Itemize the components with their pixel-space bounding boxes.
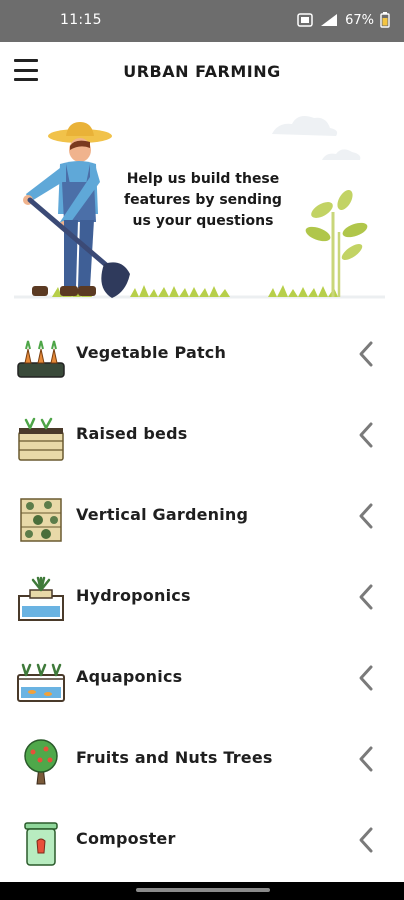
- chevron-left-icon: [359, 746, 373, 772]
- chevron-left-icon: [359, 665, 373, 691]
- hydroponics-icon: [18, 576, 64, 621]
- home-gesture-handle[interactable]: [136, 888, 270, 892]
- vertical-gardening-icon: [20, 498, 62, 542]
- signal-icon: [321, 14, 338, 26]
- list-item-label: Vegetable Patch: [76, 343, 227, 362]
- list-item-vertical-gardening[interactable]: Vertical Gardening: [0, 475, 404, 556]
- battery-percentage: 67%: [345, 12, 374, 28]
- battery-icon: [380, 12, 390, 28]
- list-item-label: Aquaponics: [76, 667, 183, 686]
- status-bar: 11:15 67%: [0, 0, 404, 42]
- app-header: URBAN FARMING: [0, 42, 404, 102]
- fruit-tree-icon: [24, 739, 58, 785]
- list-item-label: Vertical Gardening: [76, 505, 249, 524]
- list-item-label: Raised beds: [76, 424, 188, 443]
- chevron-left-icon: [359, 503, 373, 529]
- list-item-label: Composter: [76, 829, 176, 848]
- hero-banner: Help us build these features by sending …: [0, 102, 404, 302]
- feature-list: Vegetable Patch Raised beds Vertical Gar…: [0, 313, 404, 880]
- composter-icon: [24, 822, 58, 866]
- aquaponics-icon: [17, 663, 65, 702]
- vegetable-patch-icon: [17, 340, 65, 378]
- list-item-composter[interactable]: Composter: [0, 799, 404, 880]
- list-item-aquaponics[interactable]: Aquaponics: [0, 637, 404, 718]
- list-item-label: Fruits and Nuts Trees: [76, 748, 273, 767]
- hero-message: Help us build these features by sending …: [124, 171, 282, 229]
- page-title: URBAN FARMING: [123, 62, 281, 81]
- list-item-hydroponics[interactable]: Hydroponics: [0, 556, 404, 637]
- volte-icon: [297, 13, 313, 27]
- chevron-left-icon: [359, 341, 373, 367]
- list-item-label: Hydroponics: [76, 586, 191, 605]
- system-nav-bar: [0, 882, 404, 900]
- list-item-vegetable-patch[interactable]: Vegetable Patch: [0, 313, 404, 394]
- chevron-left-icon: [359, 422, 373, 448]
- chevron-left-icon: [359, 584, 373, 610]
- list-item-fruit-trees[interactable]: Fruits and Nuts Trees: [0, 718, 404, 799]
- raised-beds-icon: [18, 417, 64, 461]
- list-item-raised-beds[interactable]: Raised beds: [0, 394, 404, 475]
- status-icons: 67%: [297, 12, 390, 28]
- status-time: 11:15: [60, 12, 102, 28]
- chevron-left-icon: [359, 827, 373, 853]
